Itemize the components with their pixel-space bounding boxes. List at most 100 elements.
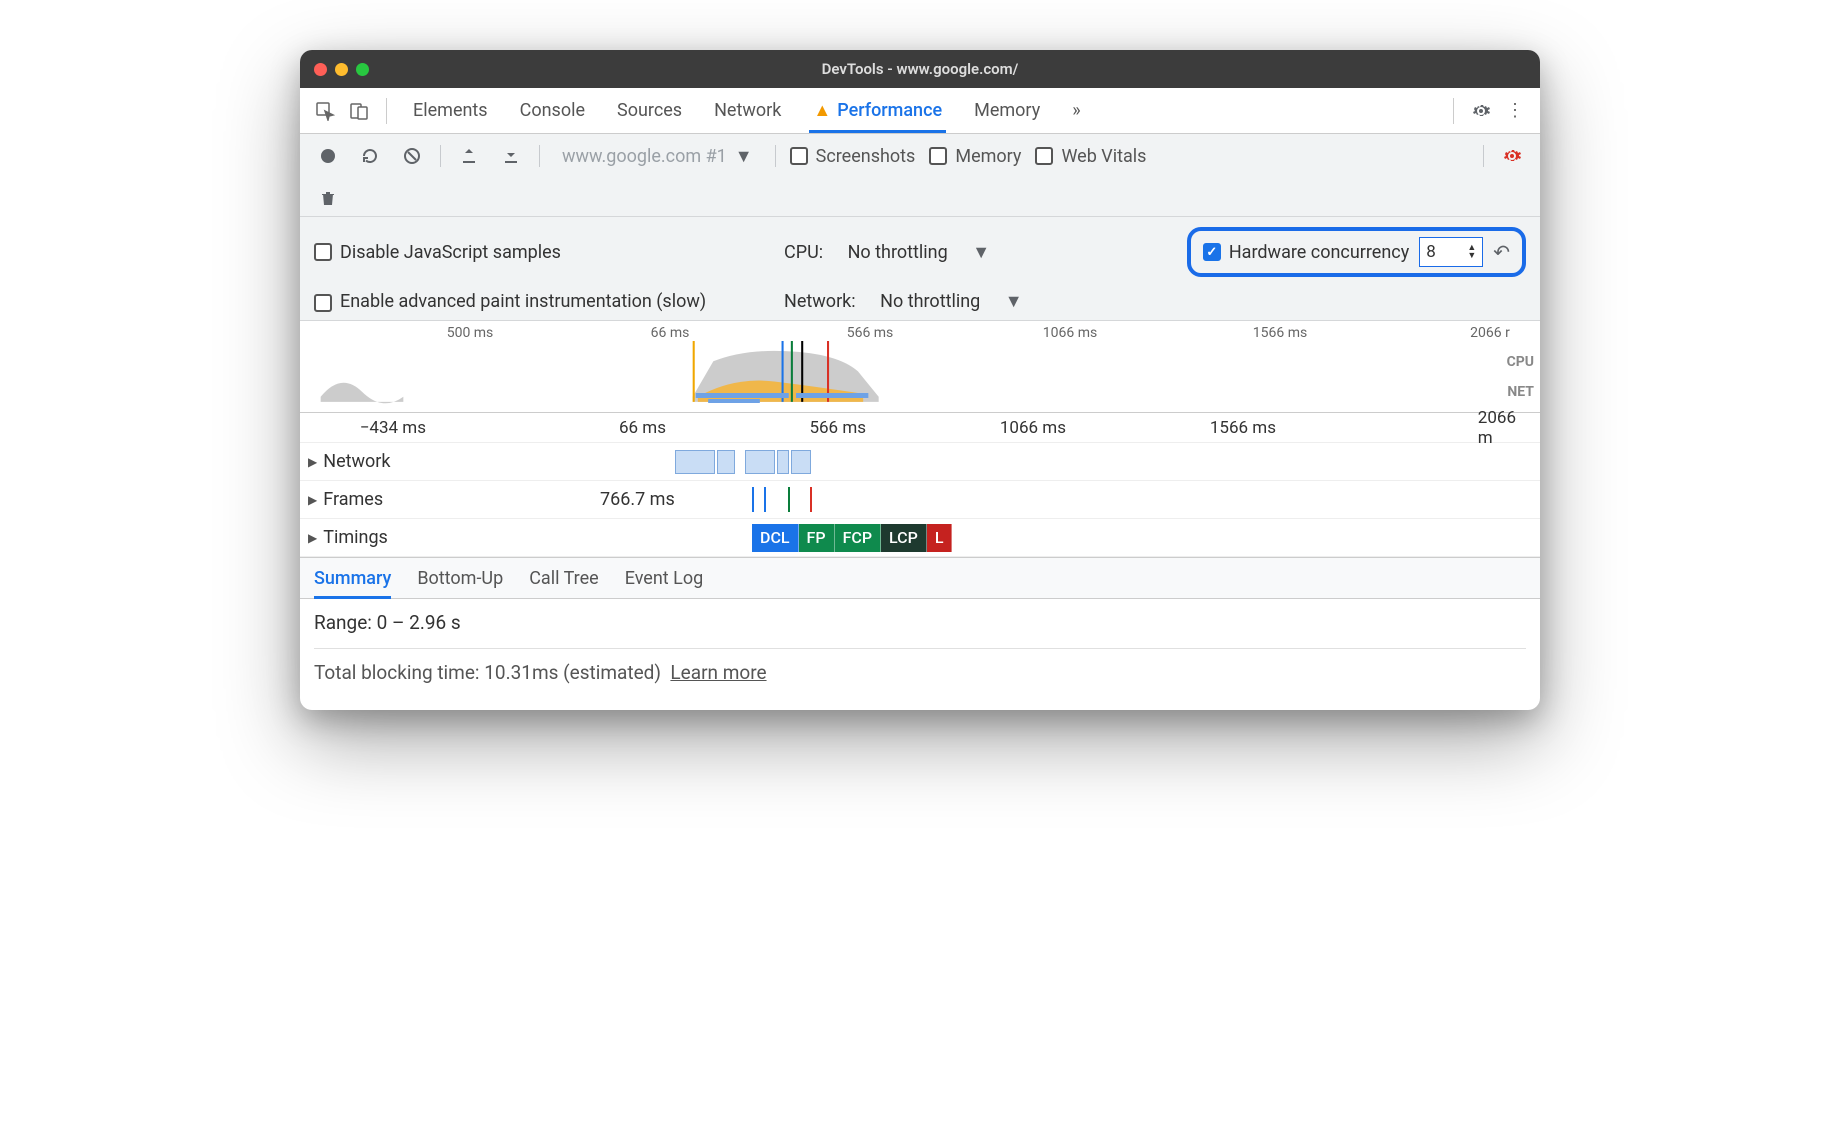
titlebar: DevTools - www.google.com/ xyxy=(300,50,1540,88)
overview-tick: 2066 r xyxy=(1470,325,1510,341)
delete-button[interactable] xyxy=(314,184,342,212)
hardware-concurrency-highlight: Hardware concurrency 8 ▲▼ ↶ xyxy=(1187,227,1526,277)
checkbox-icon xyxy=(1203,243,1221,261)
checkbox-icon xyxy=(1035,147,1053,165)
details-tabbar: Summary Bottom-Up Call Tree Event Log xyxy=(300,557,1540,599)
overview-tick: 66 ms xyxy=(651,325,690,341)
checkbox-icon xyxy=(929,147,947,165)
checkbox-icon xyxy=(314,243,332,261)
clear-button[interactable] xyxy=(398,142,426,170)
tab-label: Console xyxy=(520,100,585,121)
timing-pill-fp[interactable]: FP xyxy=(799,524,835,552)
network-throttling-select[interactable]: Network: No throttling ▼ xyxy=(784,291,1023,312)
screenshots-checkbox[interactable]: Screenshots xyxy=(790,146,916,167)
tab-label: Performance xyxy=(837,100,942,121)
advanced-paint-checkbox[interactable]: Enable advanced paint instrumentation (s… xyxy=(314,291,706,312)
expand-icon[interactable]: ▶ xyxy=(308,455,317,469)
chevron-down-icon: ▼ xyxy=(1005,291,1023,312)
overview-tick: 1066 ms xyxy=(1043,325,1097,341)
chevron-down-icon: ▼ xyxy=(972,242,990,263)
settings-gear-icon[interactable] xyxy=(1466,96,1496,126)
checkbox-label: Memory xyxy=(955,146,1021,167)
load-profile-button[interactable] xyxy=(455,142,483,170)
undo-button[interactable]: ↶ xyxy=(1493,240,1510,264)
track-label-text: Timings xyxy=(323,527,388,548)
tab-memory[interactable]: Memory xyxy=(960,88,1054,133)
minimize-window-button[interactable] xyxy=(335,63,348,76)
tab-overflow[interactable]: » xyxy=(1058,88,1094,133)
web-vitals-checkbox[interactable]: Web Vitals xyxy=(1035,146,1146,167)
overview-tick: 566 ms xyxy=(847,325,894,341)
checkbox-label: Web Vitals xyxy=(1061,146,1146,167)
devtools-window: DevTools - www.google.com/ Elements Cons… xyxy=(300,50,1540,710)
timing-pill-dcl[interactable]: DCL xyxy=(752,524,799,552)
tab-bottom-up[interactable]: Bottom-Up xyxy=(417,558,503,598)
save-profile-button[interactable] xyxy=(497,142,525,170)
tab-sources[interactable]: Sources xyxy=(603,88,696,133)
tab-elements[interactable]: Elements xyxy=(399,88,502,133)
device-toolbar-icon[interactable] xyxy=(344,96,374,126)
summary-panel: Range: 0 – 2.96 s Total blocking time: 1… xyxy=(300,599,1540,710)
tab-network[interactable]: Network xyxy=(700,88,795,133)
tab-label: Bottom-Up xyxy=(417,568,503,589)
range-text: Range: 0 – 2.96 s xyxy=(314,611,1526,634)
tab-label: Elements xyxy=(413,100,488,121)
tab-label: Sources xyxy=(617,100,682,121)
inspect-icon[interactable] xyxy=(310,96,340,126)
frames-value: 766.7 ms xyxy=(600,489,675,510)
tracks-panel: −434 ms 66 ms 566 ms 1066 ms 1566 ms 206… xyxy=(300,413,1540,557)
expand-icon[interactable]: ▶ xyxy=(308,531,317,545)
network-blocks xyxy=(675,450,811,474)
cpu-throttling-select[interactable]: CPU: No throttling ▼ xyxy=(784,242,990,263)
capture-settings-gear-icon[interactable] xyxy=(1498,142,1526,170)
tab-summary[interactable]: Summary xyxy=(314,558,391,598)
memory-checkbox[interactable]: Memory xyxy=(929,146,1021,167)
time-tick: 2066 m xyxy=(1478,408,1520,448)
select-label: Network: xyxy=(784,291,856,312)
timing-pill-fcp[interactable]: FCP xyxy=(835,524,881,552)
reload-button[interactable] xyxy=(356,142,384,170)
tab-console[interactable]: Console xyxy=(506,88,599,133)
tbt-row: Total blocking time: 10.31ms (estimated)… xyxy=(314,648,1526,684)
recording-select[interactable]: www.google.com #1 ▼ xyxy=(554,146,761,167)
tab-label: Call Tree xyxy=(529,568,598,589)
close-window-button[interactable] xyxy=(314,63,327,76)
tab-call-tree[interactable]: Call Tree xyxy=(529,558,598,598)
timing-pill-l[interactable]: L xyxy=(927,524,953,552)
track-network[interactable]: ▶ Network xyxy=(300,443,1540,481)
hardware-concurrency-input[interactable]: 8 ▲▼ xyxy=(1419,237,1483,267)
checkbox-label: Screenshots xyxy=(816,146,916,167)
input-value: 8 xyxy=(1426,242,1436,262)
capture-settings-panel: Disable JavaScript samples CPU: No throt… xyxy=(300,217,1540,321)
main-tabbar: Elements Console Sources Network ▲ Perfo… xyxy=(300,88,1540,134)
overview-net-band xyxy=(300,391,1540,399)
record-button[interactable] xyxy=(314,142,342,170)
zoom-window-button[interactable] xyxy=(356,63,369,76)
track-label-text: Network xyxy=(323,451,390,472)
overflow-label: » xyxy=(1072,100,1080,121)
time-tick: 1566 ms xyxy=(1210,418,1280,438)
chevron-down-icon: ▼ xyxy=(735,146,753,167)
learn-more-link[interactable]: Learn more xyxy=(670,661,766,684)
time-ruler[interactable]: −434 ms 66 ms 566 ms 1066 ms 1566 ms 206… xyxy=(300,413,1540,443)
checkbox-icon xyxy=(314,294,332,312)
performance-toolbar: www.google.com #1 ▼ Screenshots Memory W… xyxy=(300,134,1540,217)
tab-event-log[interactable]: Event Log xyxy=(625,558,704,598)
track-frames[interactable]: ▶Frames 766.7 ms xyxy=(300,481,1540,519)
stepper-icon[interactable]: ▲▼ xyxy=(1467,244,1476,260)
timeline-overview[interactable]: 500 ms 66 ms 566 ms 1066 ms 1566 ms 2066… xyxy=(300,321,1540,413)
time-tick: 66 ms xyxy=(619,418,670,438)
tab-label: Event Log xyxy=(625,568,704,589)
checkbox-icon xyxy=(790,147,808,165)
overview-tick: 1566 ms xyxy=(1253,325,1307,341)
time-tick: −434 ms xyxy=(360,418,430,438)
warning-icon: ▲ xyxy=(813,100,831,121)
expand-icon[interactable]: ▶ xyxy=(308,493,317,507)
disable-js-samples-checkbox[interactable]: Disable JavaScript samples xyxy=(314,242,561,263)
window-title: DevTools - www.google.com/ xyxy=(300,60,1540,78)
hardware-concurrency-checkbox[interactable]: Hardware concurrency xyxy=(1203,242,1409,263)
more-menu-icon[interactable]: ⋮ xyxy=(1500,96,1530,126)
track-timings[interactable]: ▶ Timings DCL FP FCP LCP L xyxy=(300,519,1540,557)
timing-pill-lcp[interactable]: LCP xyxy=(881,524,927,552)
tab-performance[interactable]: ▲ Performance xyxy=(799,88,956,133)
